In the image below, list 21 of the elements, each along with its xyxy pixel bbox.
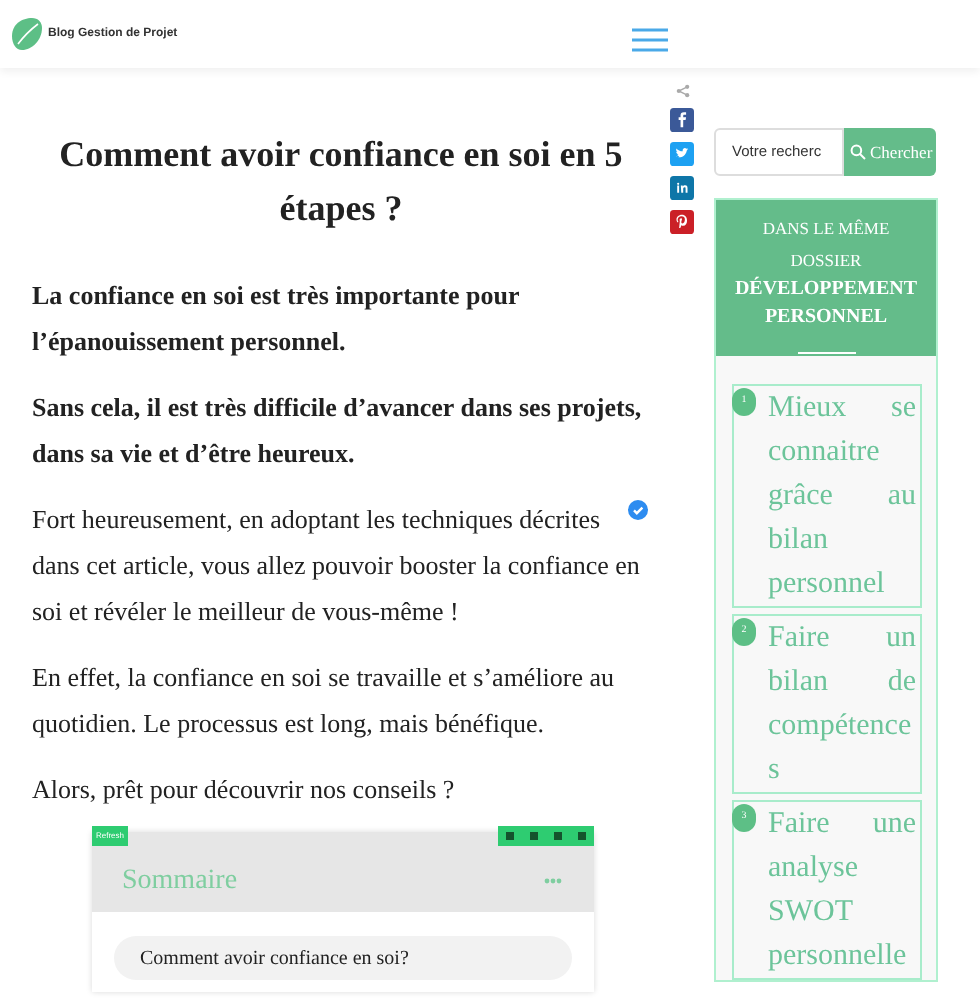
summary-question[interactable]: Comment avoir confiance en soi? [114, 936, 572, 980]
summary-title: Sommaire [122, 863, 238, 899]
twitter-share-icon[interactable] [670, 142, 694, 166]
paragraph: En effet, la confiance en soi se travaille et s’améliore au quotidien. Le processus est long, mais bénéfique. [32, 660, 617, 742]
dossier-title: DÉVELOPPEMENT PERSONNEL [732, 276, 920, 332]
linkedin-share-icon[interactable] [670, 176, 694, 200]
paragraph: Alors, prêt pour découvrir nos conseils ? [32, 772, 457, 808]
search-icon [850, 144, 866, 160]
search-button[interactable]: Chercher [844, 128, 936, 176]
paragraph: Sans cela, il est très difficile d’avancer dans ses projets, dans sa vie et d’être heureux. [32, 390, 644, 472]
widget-toolbar[interactable] [498, 826, 594, 846]
share-icon[interactable] [675, 84, 689, 98]
more-icon[interactable] [544, 877, 562, 883]
pinterest-share-icon[interactable] [670, 210, 694, 234]
paragraph: Fort heureusement, en adoptant les techniques décrites dans cet article, vous allez pouvoir booster la confiance en soi et révéler le meilleur de vous-même ! [32, 502, 642, 630]
facebook-share-icon[interactable] [670, 108, 694, 132]
article-title: Comment avoir confiance en soi en 5 étapes ? [57, 132, 625, 232]
leaf-logo-icon[interactable] [8, 16, 44, 52]
menu-icon[interactable] [632, 28, 668, 52]
dossier-kicker: DANS LE MÊME DOSSIER [760, 216, 892, 274]
paragraph: La confiance en soi est très importante pour l’épanouissement personnel. [32, 278, 521, 360]
